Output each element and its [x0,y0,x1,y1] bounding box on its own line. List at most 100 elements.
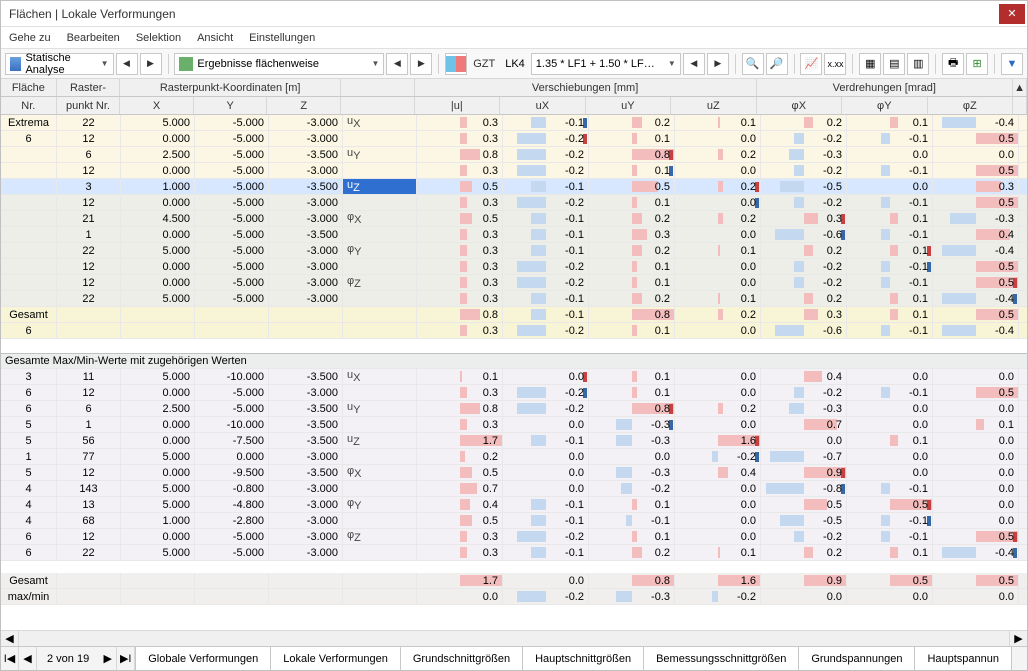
cell[interactable]: -0.3 [761,147,847,162]
tool-find2[interactable]: 🔎 [766,53,788,75]
cell[interactable]: 0.3 [417,131,503,146]
cell[interactable]: 0.0 [847,401,933,416]
cell[interactable]: 0.2 [761,115,847,130]
footer-tab[interactable]: Hauptschnittgrößen [523,647,644,670]
tool-layout2[interactable]: ▤ [883,53,905,75]
cell[interactable]: 0.2 [589,115,675,130]
cell[interactable]: -0.6 [761,323,847,338]
cell[interactable]: 0.0 [503,369,589,384]
table-row[interactable]: 4 13 5.000 -4.800 -3.000 φY 0.4 -0.1 0.1… [1,497,1027,513]
cell[interactable]: -0.2 [761,275,847,290]
cell[interactable]: 0.0 [933,497,1019,512]
table-row[interactable]: 6 12 0.000 -5.000 -3.000 0.3 -0.2 0.1 0.… [1,131,1027,147]
cell[interactable]: 0.3 [417,291,503,306]
cell[interactable]: 0.0 [503,465,589,480]
cell-flaeche[interactable] [1,163,57,178]
cell[interactable]: 0.3 [933,179,1019,194]
cell[interactable]: 0.1 [417,369,503,384]
cell[interactable]: 0.0 [503,481,589,496]
cell[interactable]: 0.1 [847,307,933,322]
cell[interactable]: -0.2 [503,163,589,178]
cell[interactable]: 0.5 [933,275,1019,290]
cell-flaeche[interactable]: 6 [1,385,57,400]
cell[interactable]: -0.2 [503,275,589,290]
cell[interactable]: -0.2 [503,259,589,274]
cell[interactable]: -0.4 [933,291,1019,306]
cell[interactable]: 1.6 [675,433,761,448]
cell[interactable]: -0.1 [847,163,933,178]
table-row[interactable]: 12 0.000 -5.000 -3.000 0.3 -0.2 0.1 0.0 … [1,195,1027,211]
table-row[interactable]: 3 11 5.000 -10.000 -3.500 uX 0.1 0.0 0.1… [1,369,1027,385]
tool-find[interactable]: 🔍 [742,53,764,75]
cell[interactable]: 0.1 [589,275,675,290]
cell[interactable]: 0.0 [847,147,933,162]
cell[interactable]: -0.1 [847,131,933,146]
tool-export[interactable]: ⊞ [966,53,988,75]
menu-einstellungen[interactable]: Einstellungen [249,32,315,44]
tool-print[interactable]: 🖶 [942,53,964,75]
footer-tab[interactable]: Lokale Verformungen [271,647,401,670]
nav-next[interactable]: ▶ [99,647,117,670]
cell[interactable]: 0.1 [675,291,761,306]
cell[interactable]: -0.4 [933,243,1019,258]
cell[interactable]: -0.1 [847,259,933,274]
hdr-flaeche[interactable]: Fläche [1,79,57,96]
cell[interactable]: 0.1 [847,291,933,306]
cell[interactable]: -0.3 [589,417,675,432]
cell[interactable]: -0.1 [503,179,589,194]
cell[interactable]: 0.0 [933,401,1019,416]
tool-layout1[interactable]: ▦ [859,53,881,75]
table-row[interactable]: 5 56 0.000 -7.500 -3.500 uZ 1.7 -0.1 -0.… [1,433,1027,449]
combo-next[interactable]: ▶ [707,53,729,75]
cell[interactable]: 0.4 [675,465,761,480]
cell[interactable]: 0.0 [847,179,933,194]
cell[interactable]: 0.0 [675,513,761,528]
cell[interactable]: -0.3 [589,589,675,604]
results-next[interactable]: ▶ [410,53,432,75]
cell[interactable]: 0.1 [933,417,1019,432]
cell-flaeche[interactable]: 3 [1,369,57,384]
cell[interactable]: 0.2 [675,179,761,194]
cell[interactable]: 0.3 [417,227,503,242]
cell[interactable]: 0.2 [761,291,847,306]
cell[interactable]: 0.0 [675,227,761,242]
cell[interactable]: 0.5 [417,465,503,480]
footer-tab[interactable]: Hauptspannun [915,647,1012,670]
cell[interactable]: 0.0 [933,449,1019,464]
cell[interactable]: 0.7 [417,481,503,496]
table-row[interactable]: 22 5.000 -5.000 -3.000 φY 0.3 -0.1 0.2 0… [1,243,1027,259]
cell[interactable]: -0.2 [503,589,589,604]
tool-chart[interactable]: 📈 [800,53,822,75]
cell[interactable]: -0.2 [761,195,847,210]
cell[interactable]: 0.3 [417,545,503,560]
cell[interactable]: -0.1 [589,513,675,528]
cell-flaeche[interactable] [1,243,57,258]
cell[interactable]: 0.5 [589,179,675,194]
cell[interactable]: 0.1 [675,545,761,560]
cell-flaeche[interactable] [1,227,57,242]
table-row[interactable]: 5 12 0.000 -9.500 -3.500 φX 0.5 0.0 -0.3… [1,465,1027,481]
cell[interactable]: -0.3 [589,433,675,448]
cell[interactable]: -0.2 [503,131,589,146]
table-row[interactable]: Extrema 22 5.000 -5.000 -3.000 uX 0.3 -0… [1,115,1027,131]
cell[interactable]: -0.1 [503,211,589,226]
cell[interactable]: 0.4 [933,227,1019,242]
cell[interactable]: -0.1 [503,497,589,512]
tool-decimals[interactable]: x.xx [824,53,846,75]
cell[interactable]: 0.0 [933,147,1019,162]
cell[interactable]: 0.1 [675,115,761,130]
table-row[interactable]: 5 1 0.000 -10.000 -3.500 0.3 0.0 -0.3 0.… [1,417,1027,433]
cell[interactable]: -0.2 [503,195,589,210]
cell[interactable]: 0.5 [847,497,933,512]
cell[interactable]: -0.2 [761,259,847,274]
cell[interactable]: -0.2 [503,529,589,544]
cell-flaeche[interactable]: 4 [1,481,57,496]
cell[interactable]: 0.0 [933,513,1019,528]
cell[interactable]: 0.1 [847,115,933,130]
tool-filter[interactable]: ▼ [1001,53,1023,75]
cell[interactable]: 0.2 [761,545,847,560]
table-row[interactable]: 22 5.000 -5.000 -3.000 0.3 -0.1 0.2 0.1 … [1,291,1027,307]
cell-flaeche[interactable]: 5 [1,465,57,480]
cell[interactable]: 0.0 [675,497,761,512]
cell[interactable]: 0.1 [589,497,675,512]
